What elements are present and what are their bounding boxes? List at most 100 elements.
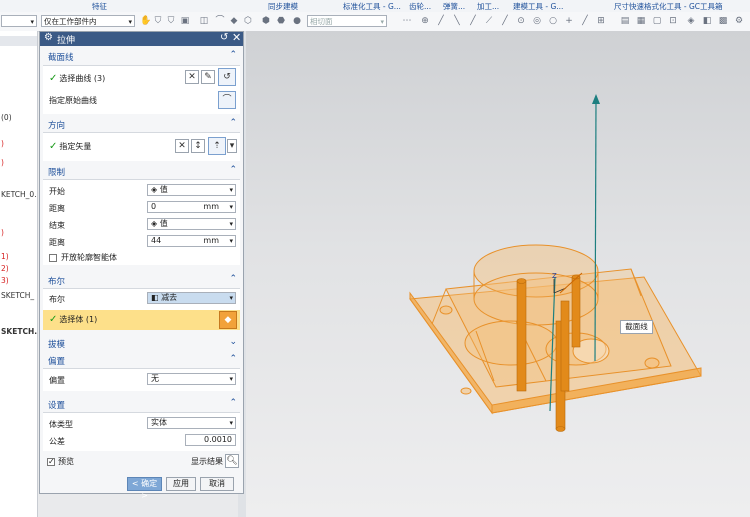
line-icon[interactable]: ╱ (468, 16, 478, 26)
end-type-select[interactable]: ◈ 值 ▾ (147, 218, 236, 230)
shape-icon[interactable]: ◆ (229, 16, 239, 26)
chevron-up-icon[interactable]: ⌃ (229, 50, 237, 60)
model-view[interactable]: Z (246, 31, 750, 517)
section-header-direction[interactable]: 方向 ⌃ (43, 117, 240, 131)
section-header-offset[interactable]: 偏置 ⌃ (43, 353, 240, 367)
vector-dropdown-icon[interactable]: ▾ (227, 139, 237, 153)
specify-vector-row[interactable]: ✓ 指定矢量 (49, 141, 91, 152)
deselect-icon[interactable]: ✕ (175, 139, 189, 153)
select-curve-row[interactable]: ✓ 选择曲线 (3) (49, 73, 105, 84)
body-icon[interactable]: ⬣ (276, 16, 286, 26)
section-header-limits[interactable]: 限制 ⌃ (43, 164, 240, 178)
end-distance-input[interactable]: 44 mm ▾ (147, 235, 236, 247)
navigator-item[interactable]: KETCH_0. (1, 190, 37, 199)
point-icon[interactable]: ◎ (532, 16, 542, 26)
tolerance-input[interactable]: 0.0010 (185, 434, 236, 446)
section-header-draft[interactable]: 拔模 ⌄ (43, 336, 240, 350)
chevron-up-icon[interactable]: ⌃ (229, 354, 237, 364)
gear-icon[interactable]: ⚙ (44, 32, 53, 43)
start-distance-input[interactable]: 0 mm ▾ (147, 201, 236, 213)
filter-icon[interactable]: ⛉ (166, 16, 176, 26)
open-profile-checkbox[interactable] (49, 254, 57, 262)
boolean-select[interactable]: ◧ 减去 ▾ (147, 292, 236, 304)
line-icon[interactable]: ╱ (436, 16, 446, 26)
deselect-icon[interactable]: ✕ (185, 70, 199, 84)
chevron-up-icon[interactable]: ⌃ (229, 165, 237, 175)
section-header-boolean[interactable]: 布尔 ⌃ (43, 273, 240, 287)
fit-icon[interactable]: ⊡ (668, 16, 678, 26)
crosshair-icon[interactable]: ⊕ (420, 16, 430, 26)
navigator-item[interactable]: ) (1, 139, 4, 148)
filter-icon[interactable]: ⛉ (153, 16, 163, 26)
face-rule-select[interactable]: 相切面 ▾ (307, 15, 387, 27)
line-icon[interactable]: ╱ (500, 16, 510, 26)
vector-icon[interactable]: ⇡ (208, 137, 226, 155)
plus-icon[interactable]: + (564, 16, 574, 26)
chevron-down-icon[interactable]: ⌄ (229, 337, 237, 347)
ok-button[interactable]: < 确定 > (127, 477, 162, 500)
chevron-up-icon[interactable]: ⌃ (229, 398, 237, 408)
chevron-up-icon[interactable]: ⌃ (229, 274, 237, 284)
face-icon[interactable]: ⬢ (261, 16, 271, 26)
navigator-item[interactable]: ) (1, 158, 4, 167)
graphics-window[interactable]: Z (246, 31, 750, 517)
layout-icon[interactable]: ▤ (620, 16, 630, 26)
section-header-section-line[interactable]: 截面线 ⌃ (43, 49, 240, 63)
view-icon[interactable]: ▦ (636, 16, 646, 26)
navigator-item[interactable]: SKETCH_ (1, 291, 34, 300)
sketch-icon[interactable]: ✎ (201, 70, 215, 84)
select-icon[interactable]: ◫ (199, 16, 209, 26)
show-result-button[interactable]: 🔍︎ (225, 454, 239, 468)
start-type-select[interactable]: ◈ 值 ▾ (147, 184, 236, 196)
section-header-settings[interactable]: 设置 ⌃ (43, 397, 240, 411)
apply-button[interactable]: 应用 (166, 477, 196, 491)
navigator-item[interactable]: 3) (1, 276, 9, 285)
shaded-icon[interactable]: ◈ (686, 16, 696, 26)
circle-icon[interactable]: ○ (548, 16, 558, 26)
navigator-item[interactable]: SKETCH. (1, 327, 37, 336)
scope-select[interactable]: 仅在工作部件内 ▾ (41, 15, 135, 27)
close-icon[interactable]: ✕ (232, 31, 241, 44)
line-icon[interactable]: ╲ (452, 16, 462, 26)
line-icon[interactable]: ╱ (580, 16, 590, 26)
offset-select[interactable]: 无 ▾ (147, 373, 236, 385)
sphere-icon[interactable]: ● (292, 16, 302, 26)
ribbon-group-gear[interactable]: 齿轮... (409, 1, 431, 12)
type-filter-select[interactable]: ▾ (1, 15, 37, 27)
ribbon-group-dim-format[interactable]: 尺寸快速格式化工具 - GC工具箱 (614, 1, 723, 12)
snap-icon[interactable]: ✋ (140, 16, 151, 26)
curve-icon[interactable]: ⌒ (215, 16, 225, 26)
navigator-item[interactable]: ) (1, 228, 4, 237)
ribbon-group-feature[interactable]: 特征 (92, 1, 107, 12)
origin-curve-label[interactable]: 指定原始曲线 (49, 95, 97, 106)
cancel-button[interactable]: 取消 (200, 477, 234, 491)
curve-select-icon[interactable]: ↺ (218, 68, 236, 86)
ribbon-group-sync-modeling[interactable]: 同步建模 (268, 1, 298, 12)
body-type-select[interactable]: 实体 ▾ (147, 417, 236, 429)
dialog-title-bar[interactable]: ⚙ 拉伸 ↺ ✕ (40, 31, 243, 46)
window-icon[interactable]: ▢ (652, 16, 662, 26)
reset-icon[interactable]: ↺ (220, 32, 228, 43)
navigator-item[interactable]: 1) (1, 252, 9, 261)
grid-icon[interactable]: ⊞ (596, 16, 606, 26)
solid-body-icon[interactable]: ◆ (219, 311, 237, 329)
origin-curve-icon[interactable]: ⌒ (218, 91, 236, 109)
cube-icon[interactable]: ◧ (702, 16, 712, 26)
navigator-item[interactable]: (0) (1, 113, 12, 122)
reverse-direction-icon[interactable]: ↕ (191, 139, 205, 153)
select-icon[interactable]: ▣ (180, 16, 190, 26)
chevron-up-icon[interactable]: ⌃ (229, 118, 237, 128)
settings-icon[interactable]: ⚙ (734, 16, 744, 26)
face-icon[interactable]: ⬡ (243, 16, 253, 26)
point-icon[interactable]: ⊙ (516, 16, 526, 26)
ribbon-group-standard-tools[interactable]: 标准化工具 - G... (343, 1, 401, 12)
preview-checkbox[interactable]: ✓ (47, 458, 55, 466)
display-icon[interactable]: ▩ (718, 16, 728, 26)
ribbon-group-machining[interactable]: 加工... (477, 1, 499, 12)
select-body-row[interactable]: ✓ 选择体 (1) ◆ (43, 310, 240, 330)
navigator-item[interactable]: 2) (1, 264, 9, 273)
more-icon[interactable]: ⋯ (402, 16, 412, 26)
line-icon[interactable]: ⟋ (484, 16, 494, 26)
ribbon-group-spring[interactable]: 弹簧... (443, 1, 465, 12)
ribbon-group-modeling-tools[interactable]: 建模工具 - G... (513, 1, 563, 12)
